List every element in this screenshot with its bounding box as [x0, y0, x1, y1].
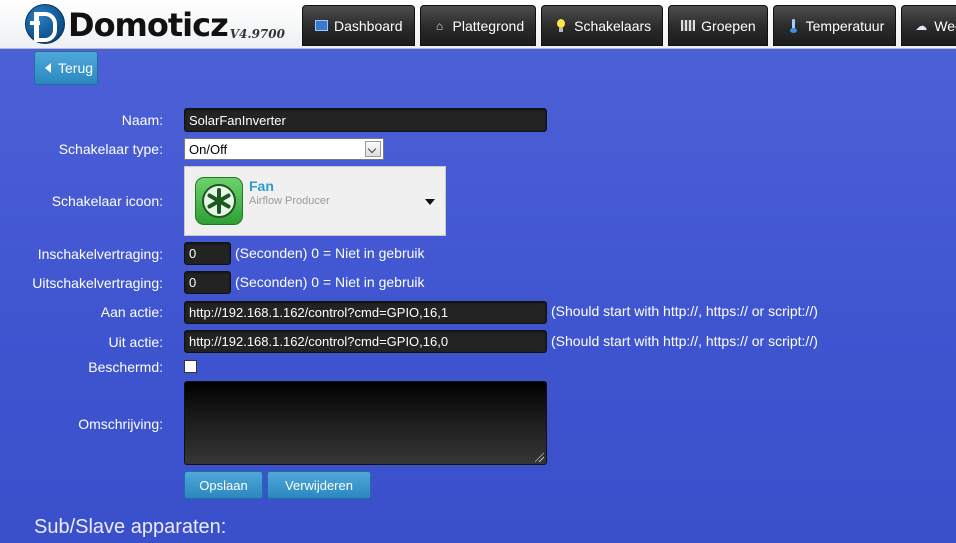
delete-button[interactable]: Verwijderen	[267, 471, 371, 499]
off-action-label: Uit actie:	[108, 334, 163, 350]
nav-schakelaars-label: Schakelaars	[574, 17, 652, 34]
off-delay-hint: (Seconden) 0 = Niet in gebruik	[235, 274, 425, 290]
nav-weer-label: Weer	[934, 17, 956, 34]
thermometer-icon	[786, 18, 800, 33]
nav-plattegrond-label: Plattegrond	[452, 17, 525, 34]
nav-temperatuur-label: Temperatuur	[805, 17, 885, 34]
resize-handle-icon[interactable]	[535, 453, 544, 462]
back-button-label: Terug	[58, 60, 94, 76]
on-delay-hint: (Seconden) 0 = Niet in gebruik	[235, 245, 425, 261]
dashboard-icon	[315, 20, 328, 31]
back-button[interactable]: Terug	[34, 51, 98, 85]
nav-plattegrond[interactable]: ⌂ Plattegrond	[419, 5, 537, 46]
description-textarea[interactable]	[184, 381, 547, 465]
off-delay-input[interactable]: 0	[184, 271, 231, 294]
switch-type-value: On/Off	[189, 141, 228, 157]
nav-groepen[interactable]: Groepen	[668, 5, 768, 46]
switch-icon-label: Schakelaar icoon:	[51, 193, 163, 209]
switch-icon-subtitle: Airflow Producer	[249, 195, 330, 207]
on-action-label: Aan actie:	[100, 304, 163, 320]
protected-checkbox[interactable]	[184, 360, 197, 373]
film-icon	[681, 20, 696, 31]
switch-icon-picker[interactable]: Fan Airflow Producer	[184, 166, 446, 236]
nav-dashboard[interactable]: Dashboard	[302, 5, 415, 46]
nav-weer[interactable]: ☁ Weer	[901, 5, 956, 46]
lightbulb-icon	[554, 18, 568, 33]
name-input[interactable]: SolarFanInverter	[184, 108, 547, 132]
off-action-hint: (Should start with http://, https:// or …	[551, 333, 818, 349]
on-action-hint: (Should start with http://, https:// or …	[551, 303, 818, 319]
nav-temperatuur[interactable]: Temperatuur	[772, 5, 897, 46]
chevron-down-icon	[365, 141, 381, 157]
app-version: V4.9700	[229, 27, 285, 41]
top-header: Domoticz V4.9700 Dashboard ⌂ Plattegrond…	[0, 0, 956, 49]
on-action-input[interactable]: http://192.168.1.162/control?cmd=GPIO,16…	[184, 301, 547, 324]
domoticz-logo-icon	[25, 4, 65, 44]
switch-type-select[interactable]: On/Off	[184, 138, 384, 160]
switch-icon-title: Fan	[249, 178, 274, 194]
main-nav: Dashboard ⌂ Plattegrond Schakelaars Groe…	[302, 5, 956, 46]
off-action-input[interactable]: http://192.168.1.162/control?cmd=GPIO,16…	[184, 330, 547, 353]
weather-icon: ☁	[915, 18, 928, 33]
home-icon: ⌂	[435, 18, 444, 33]
nav-schakelaars[interactable]: Schakelaars	[541, 5, 664, 46]
save-button[interactable]: Opslaan	[184, 471, 263, 499]
domoticz-logo[interactable]: Domoticz V4.9700	[25, 4, 285, 44]
on-delay-input[interactable]: 0	[184, 242, 231, 265]
off-delay-label: Uitschakelvertraging:	[32, 275, 163, 291]
switch-type-label: Schakelaar type:	[58, 141, 163, 157]
caret-down-icon	[425, 199, 435, 205]
description-label: Omschrijving:	[78, 416, 163, 432]
fan-icon	[195, 177, 243, 225]
protected-label: Beschermd:	[88, 359, 163, 375]
on-delay-label: Inschakelvertraging:	[37, 246, 163, 262]
chevron-left-icon	[45, 63, 51, 73]
name-label: Naam:	[121, 112, 163, 128]
app-name: Domoticz	[68, 6, 229, 44]
sub-devices-title: Sub/Slave apparaten:	[34, 516, 227, 538]
nav-dashboard-label: Dashboard	[334, 17, 403, 34]
nav-groepen-label: Groepen	[701, 17, 756, 34]
